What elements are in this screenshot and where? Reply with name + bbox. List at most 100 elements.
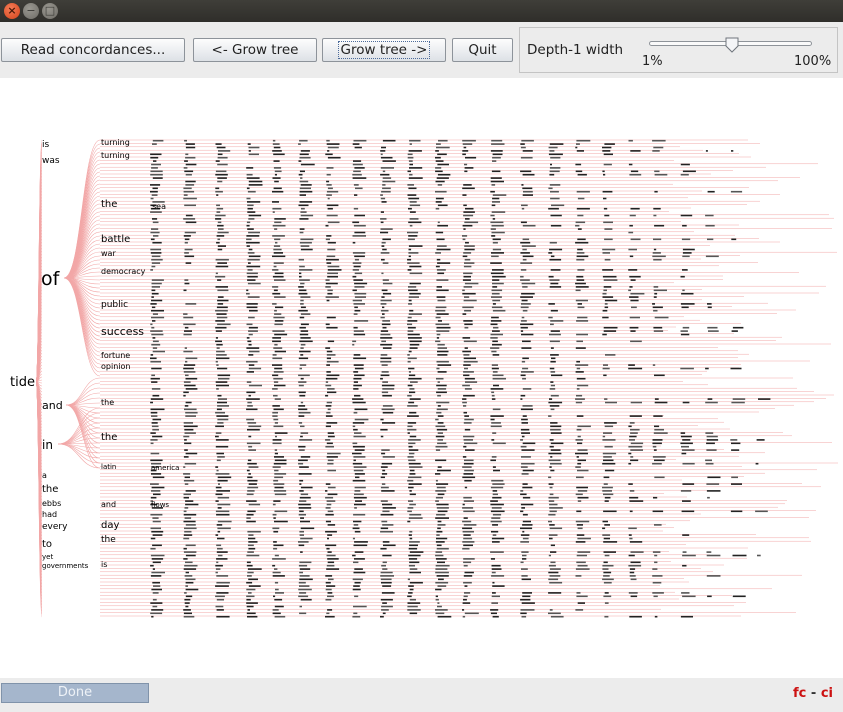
deep-branch-word	[247, 459, 252, 462]
deep-branch-word	[463, 211, 475, 213]
branch-word[interactable]: day	[101, 520, 119, 531]
deep-branch-word	[492, 490, 498, 492]
deep-branch-word	[150, 153, 162, 156]
branch-word[interactable]: america	[151, 464, 179, 472]
quit-button[interactable]: Quit	[452, 38, 513, 62]
deep-branch-word	[216, 306, 228, 309]
branch-word[interactable]: the	[42, 484, 58, 495]
deep-branch-word	[463, 558, 475, 560]
deep-branch-word	[274, 469, 279, 472]
deep-branch-word	[437, 371, 447, 373]
branch-word[interactable]: the	[101, 535, 116, 545]
deep-branch-word	[326, 262, 332, 264]
deep-branch-word	[298, 445, 306, 448]
branch-word[interactable]: is	[42, 140, 50, 150]
branch-word[interactable]: had	[42, 510, 57, 519]
deep-branch-word	[491, 235, 496, 237]
branch-word[interactable]: the	[101, 398, 114, 407]
branch-word[interactable]: opinion	[101, 362, 130, 371]
deep-branch-word	[300, 177, 303, 179]
deep-branch-word	[462, 466, 472, 468]
branch-word[interactable]: a	[42, 471, 47, 480]
deep-branch-word	[217, 547, 223, 550]
deep-branch-word	[490, 320, 502, 322]
deep-branch-word	[437, 605, 442, 608]
branch-word[interactable]: in	[42, 438, 53, 452]
branch-word[interactable]: public	[101, 300, 128, 310]
deep-branch-word	[380, 575, 394, 577]
deep-branch-word	[183, 615, 195, 618]
deep-branch-word	[150, 452, 160, 455]
deep-branch-word	[246, 265, 261, 268]
grow-tree-back-button[interactable]: <- Grow tree	[193, 38, 317, 62]
deep-branch-word	[652, 592, 664, 594]
deep-branch-word	[185, 377, 198, 380]
deep-branch-word	[380, 333, 391, 336]
deep-branch-word	[354, 418, 369, 421]
deep-branch-word	[491, 143, 505, 145]
deep-branch-word	[522, 405, 533, 407]
deep-branch-word	[299, 500, 307, 502]
deep-branch-word	[217, 520, 232, 523]
branch-word[interactable]: and	[101, 500, 116, 509]
deep-branch-word	[603, 483, 608, 485]
branch-word[interactable]: the	[101, 199, 117, 210]
deep-branch-word	[247, 275, 258, 278]
deep-branch-word	[247, 422, 257, 424]
branch-word[interactable]: of	[41, 268, 61, 290]
deep-branch-word	[408, 252, 419, 254]
branch-word[interactable]: to	[42, 539, 52, 550]
deep-branch-word	[464, 163, 468, 166]
deep-branch-word	[183, 558, 188, 560]
deep-branch-word	[603, 561, 608, 564]
word-tree-canvas[interactable]: tide is was of and in a the ebbs had eve…	[0, 78, 843, 678]
deep-branch-word	[465, 449, 475, 451]
deep-branch-word	[215, 381, 228, 383]
branch-word[interactable]: flows	[151, 501, 169, 509]
deep-branch-word	[354, 282, 368, 285]
branch-word[interactable]: success	[101, 325, 144, 338]
branch-word[interactable]: is	[101, 560, 107, 569]
minimize-window-icon[interactable]: −	[23, 3, 39, 19]
deep-branch-word	[653, 432, 668, 434]
deep-branch-word	[492, 496, 502, 499]
branch-word[interactable]: democracy	[101, 267, 146, 276]
branch-word[interactable]: yet	[42, 553, 53, 561]
branch-word[interactable]: fortune	[101, 351, 130, 360]
deep-branch-word	[185, 500, 194, 502]
deep-branch-word	[652, 303, 655, 305]
deep-branch-word	[325, 598, 332, 601]
branch-word[interactable]: and	[42, 399, 63, 412]
deep-branch-word	[550, 561, 556, 564]
close-window-icon[interactable]: ×	[4, 3, 20, 19]
deep-branch-word	[274, 432, 288, 434]
grow-tree-forward-button[interactable]: Grow tree ->	[322, 38, 446, 62]
branch-word[interactable]: war	[101, 249, 116, 258]
deep-branch-word	[491, 211, 506, 213]
deep-branch-word	[325, 520, 331, 523]
branch-word[interactable]: the	[101, 432, 117, 443]
branch-word[interactable]: governments	[42, 562, 89, 570]
branch-word[interactable]: ebbs	[42, 499, 61, 508]
depth-width-slider-thumb[interactable]	[724, 37, 740, 53]
maximize-window-icon[interactable]: □	[42, 3, 58, 19]
deep-branch-word	[463, 564, 468, 567]
deep-branch-word	[463, 374, 470, 377]
deep-branch-word	[382, 160, 396, 162]
branch-word[interactable]: turning	[101, 138, 130, 147]
deep-branch-word	[462, 350, 471, 353]
root-word[interactable]: tide	[10, 375, 35, 390]
deep-branch-word	[576, 486, 588, 489]
branch-word[interactable]: latin	[101, 463, 116, 471]
deep-branch-word	[248, 262, 251, 264]
branch-word[interactable]: every	[42, 522, 68, 532]
branch-word[interactable]: battle	[101, 234, 130, 245]
branch-word[interactable]: turning	[101, 151, 130, 160]
branch-word[interactable]: was	[42, 156, 60, 166]
deep-branch-word	[300, 245, 310, 247]
deep-branch-word	[248, 153, 259, 156]
read-concordances-button[interactable]: Read concordances...	[1, 38, 185, 62]
branch-word[interactable]: sea	[152, 202, 166, 211]
deep-branch-word	[215, 330, 222, 332]
deep-branch-word	[575, 347, 586, 349]
